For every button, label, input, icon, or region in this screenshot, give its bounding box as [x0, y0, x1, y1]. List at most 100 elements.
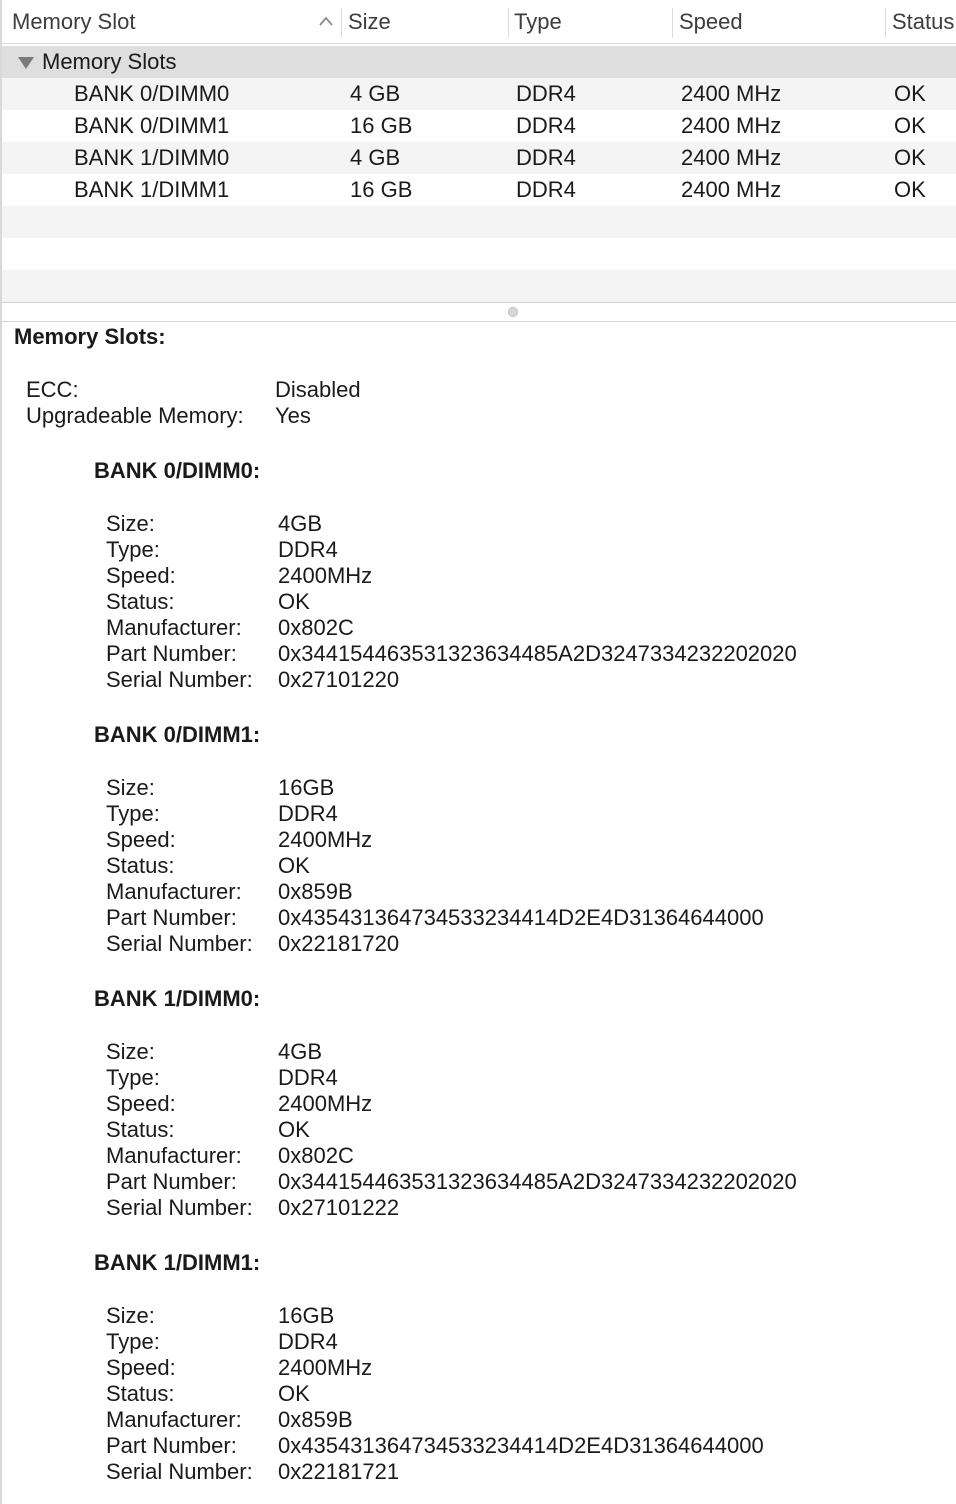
column-header-status[interactable]: Status	[892, 0, 954, 44]
field-value: OK	[278, 1381, 310, 1406]
empty-row	[2, 238, 956, 270]
field-value: 2400MHz	[278, 1355, 373, 1380]
field-label: Status:	[106, 1117, 175, 1142]
cell-speed: 2400 MHz	[681, 81, 782, 106]
field-label: Size:	[106, 511, 155, 536]
column-separator[interactable]	[341, 8, 342, 38]
field-value: 0x435431364734533234414D2E4D31364644000	[278, 905, 764, 930]
group-row-memory-slots[interactable]: Memory Slots	[2, 46, 956, 78]
divider-handle-icon[interactable]	[508, 307, 518, 317]
cell-status: OK	[894, 81, 926, 106]
field-label: Manufacturer:	[106, 1407, 242, 1432]
cell-size: 4 GB	[350, 81, 401, 106]
column-separator[interactable]	[885, 8, 886, 38]
field-label: Type:	[106, 1065, 160, 1090]
cell-status: OK	[894, 145, 926, 170]
detail-title: Memory Slots:	[14, 324, 166, 349]
field-value: OK	[278, 1117, 310, 1142]
field-value: 0x859B	[278, 1407, 353, 1432]
field-label: Type:	[106, 1329, 160, 1354]
field-value: 2400MHz	[278, 1091, 373, 1116]
empty-row	[2, 206, 956, 238]
field-label: Size:	[106, 1303, 155, 1328]
cell-type: DDR4	[516, 81, 576, 106]
column-header-memory-slot[interactable]: Memory Slot	[12, 0, 135, 44]
cell-status: OK	[894, 113, 926, 138]
field-label: Serial Number:	[106, 931, 253, 956]
field-value: 2400MHz	[278, 563, 373, 588]
field-value: 2400MHz	[278, 827, 373, 852]
field-label: Speed:	[106, 563, 176, 588]
field-value: 0x435431364734533234414D2E4D31364644000	[278, 1433, 764, 1458]
table-header: Memory Slot Size Type Speed Status	[2, 0, 956, 44]
field-label: Serial Number:	[106, 1459, 253, 1484]
summary-label: Upgradeable Memory:	[26, 403, 244, 428]
field-label: Serial Number:	[106, 667, 253, 692]
field-value: 16GB	[278, 775, 335, 800]
field-label: Part Number:	[106, 641, 237, 666]
disclosure-triangle-icon[interactable]	[17, 56, 35, 70]
field-label: Type:	[106, 537, 160, 562]
field-value: 0x27101220	[278, 667, 400, 692]
cell-speed: 2400 MHz	[681, 145, 782, 170]
field-value: 4GB	[278, 1039, 323, 1064]
bank-title: BANK 0/DIMM0:	[94, 458, 261, 483]
summary-value: Disabled	[275, 377, 361, 402]
cell-size: 16 GB	[350, 113, 413, 138]
bank-title: BANK 1/DIMM1:	[94, 1250, 261, 1275]
cell-slot: BANK 1/DIMM1	[74, 177, 230, 202]
column-header-speed[interactable]: Speed	[679, 0, 743, 44]
field-value: OK	[278, 589, 310, 614]
field-value: 16GB	[278, 1303, 335, 1328]
field-label: Status:	[106, 853, 175, 878]
field-value: 0x22181720	[278, 931, 400, 956]
field-label: Part Number:	[106, 1433, 237, 1458]
bank-title: BANK 0/DIMM1:	[94, 722, 261, 747]
cell-status: OK	[894, 177, 926, 202]
table-row[interactable]: BANK 1/DIMM0 4 GB DDR4 2400 MHz OK	[2, 142, 956, 174]
sort-ascending-icon[interactable]	[318, 14, 334, 28]
field-label: Speed:	[106, 1091, 176, 1116]
table-row[interactable]: BANK 0/DIMM0 4 GB DDR4 2400 MHz OK	[2, 78, 956, 110]
empty-row	[2, 270, 956, 302]
field-value: 0x344154463531323634485A2D32473342322020…	[278, 1169, 797, 1194]
column-separator[interactable]	[672, 8, 673, 38]
cell-type: DDR4	[516, 145, 576, 170]
field-label: Serial Number:	[106, 1195, 253, 1220]
field-value: DDR4	[278, 1065, 338, 1090]
column-header-size[interactable]: Size	[348, 0, 391, 44]
field-value: OK	[278, 853, 310, 878]
cell-size: 4 GB	[350, 145, 401, 170]
table-row[interactable]: BANK 1/DIMM1 16 GB DDR4 2400 MHz OK	[2, 174, 956, 206]
group-label: Memory Slots	[42, 49, 177, 74]
field-label: Status:	[106, 589, 175, 614]
bank-title: BANK 1/DIMM0:	[94, 986, 261, 1011]
field-label: Status:	[106, 1381, 175, 1406]
cell-size: 16 GB	[350, 177, 413, 202]
summary-label: ECC:	[26, 377, 79, 402]
column-header-type[interactable]: Type	[514, 0, 562, 44]
table-row[interactable]: BANK 0/DIMM1 16 GB DDR4 2400 MHz OK	[2, 110, 956, 142]
field-value: 0x859B	[278, 879, 353, 904]
column-separator[interactable]	[508, 8, 509, 38]
split-view-divider[interactable]	[0, 302, 956, 322]
summary-value: Yes	[275, 403, 311, 428]
field-label: Part Number:	[106, 1169, 237, 1194]
field-label: Speed:	[106, 827, 176, 852]
field-value: 0x22181721	[278, 1459, 400, 1484]
cell-speed: 2400 MHz	[681, 113, 782, 138]
cell-type: DDR4	[516, 113, 576, 138]
cell-speed: 2400 MHz	[681, 177, 782, 202]
cell-slot: BANK 0/DIMM0	[74, 81, 230, 106]
field-label: Manufacturer:	[106, 615, 242, 640]
cell-type: DDR4	[516, 177, 576, 202]
field-label: Manufacturer:	[106, 879, 242, 904]
field-value: DDR4	[278, 537, 338, 562]
field-value: DDR4	[278, 801, 338, 826]
field-label: Type:	[106, 801, 160, 826]
field-value: 0x344154463531323634485A2D32473342322020…	[278, 641, 797, 666]
field-value: DDR4	[278, 1329, 338, 1354]
detail-pane: Memory Slots: ECC: Disabled Upgradeable …	[0, 322, 956, 1504]
field-label: Part Number:	[106, 905, 237, 930]
field-value: 0x802C	[278, 1143, 354, 1168]
